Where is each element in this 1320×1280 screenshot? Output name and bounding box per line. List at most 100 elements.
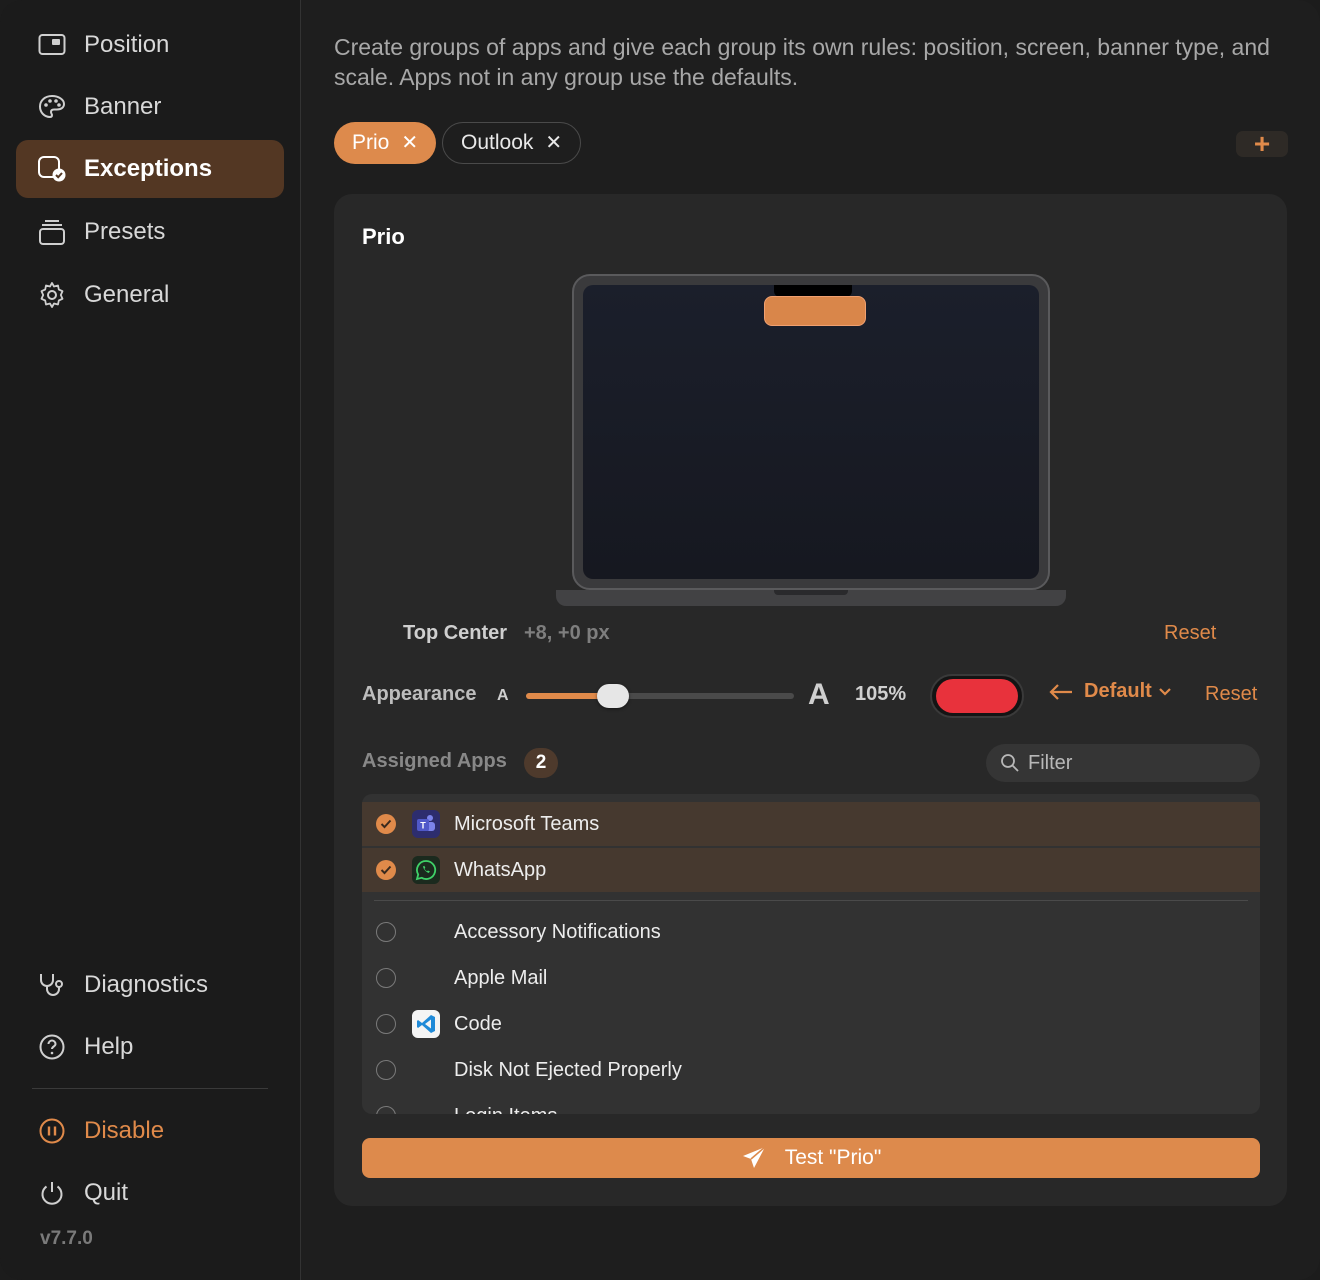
app-name: Code [454,1012,502,1035]
default-style-label: Default [1084,680,1152,702]
list-item[interactable]: Disk Not Ejected Properly [362,1048,1260,1092]
test-group-button[interactable]: Test "Prio" [362,1138,1260,1178]
add-group-button[interactable]: + [1236,128,1288,159]
banner-color-fill [936,679,1018,713]
banner-color-picker[interactable] [930,674,1024,718]
search-icon [1000,753,1020,773]
list-item[interactable]: Login Items [362,1094,1260,1114]
group-chip-label: Prio [352,131,390,154]
app-name: Login Items [454,1105,557,1115]
power-icon [36,1177,68,1209]
sidebar-item-presets[interactable]: Presets [16,203,284,261]
window-icon [36,29,68,61]
app-name: WhatsApp [454,858,547,881]
page-description: Create groups of apps and give each grou… [334,34,1270,90]
paper-plane-icon [741,1146,785,1170]
quit-label: Quit [84,1179,129,1206]
laptop-base-notch [774,590,848,595]
checkbox-unchecked[interactable] [376,1014,396,1034]
sidebar-item-label: Banner [84,93,162,120]
sidebar-item-label: Exceptions [84,155,213,182]
assigned-count-badge: 2 [524,748,558,778]
app-list: T Microsoft Teams WhatsApp Accessory Not… [362,794,1260,1114]
list-item[interactable]: Code [362,1002,1260,1046]
palette-icon [36,91,68,123]
panel-title: Prio [362,224,405,249]
close-icon[interactable]: ✕ [545,133,562,153]
test-button-label: Test "Prio" [784,1146,882,1169]
checkbox-checked[interactable] [376,814,396,834]
laptop-preview[interactable] [556,274,1066,608]
list-item[interactable]: T Microsoft Teams [362,802,1260,846]
arrow-left-icon [1048,682,1074,702]
pause-circle-icon [36,1115,68,1147]
list-divider [374,900,1248,901]
version-label: v7.7.0 [40,1228,93,1249]
checkbox-unchecked[interactable] [376,1060,396,1080]
sidebar-item-label: Position [84,31,170,58]
sidebar: Position Banner Exceptions Presets Gener [0,0,301,1280]
quit-button[interactable]: Quit [16,1164,284,1222]
laptop-lid [572,274,1050,590]
laptop-base [556,590,1066,606]
svg-text:T: T [420,821,426,831]
checkbox-checked[interactable] [376,860,396,880]
filter-input[interactable] [1028,751,1248,775]
app-name: Disk Not Ejected Properly [454,1058,682,1081]
sidebar-item-diagnostics[interactable]: Diagnostics [16,956,284,1014]
stack-icon [36,216,68,248]
assigned-apps-label: Assigned Apps [362,750,507,772]
app-window: Position Banner Exceptions Presets Gener [0,0,1320,1280]
list-item[interactable]: Apple Mail [362,956,1260,1000]
group-chip-outlook[interactable]: Outlook ✕ [442,122,582,164]
main-content: Create groups of apps and give each grou… [302,0,1320,1280]
sidebar-item-help[interactable]: Help [16,1018,284,1076]
scale-large-icon: A [808,678,830,711]
stethoscope-icon [36,969,68,1001]
group-chip-label: Outlook [461,131,534,154]
sidebar-item-label: General [84,281,170,308]
app-name: Apple Mail [454,966,548,989]
group-chip-prio[interactable]: Prio ✕ [334,122,437,164]
gear-icon [36,279,68,311]
scale-small-icon: A [497,687,509,704]
disable-label: Disable [84,1117,165,1144]
sidebar-divider [32,1088,268,1089]
sidebar-item-label: Presets [84,218,166,245]
exceptions-icon [36,153,68,185]
checkbox-unchecked[interactable] [376,922,396,942]
appearance-label: Appearance [362,683,477,705]
checkbox-unchecked[interactable] [376,1106,396,1114]
close-icon[interactable]: ✕ [401,133,418,153]
sidebar-item-label: Diagnostics [84,971,209,998]
laptop-screen [583,285,1039,579]
group-panel: Prio Top Center +8, +0 px Reset Appearan… [334,194,1287,1206]
default-style-dropdown[interactable]: Default [1048,680,1172,703]
scale-slider[interactable] [526,684,794,708]
whatsapp-icon [412,856,440,884]
list-item[interactable]: Accessory Notifications [362,910,1260,954]
checkbox-unchecked[interactable] [376,968,396,988]
disable-button[interactable]: Disable [16,1102,284,1160]
vscode-icon [412,1010,440,1038]
position-label: Top Center [403,622,508,644]
position-offset: +8, +0 px [524,622,610,644]
banner-preview[interactable] [764,296,866,326]
sidebar-item-position[interactable]: Position [16,16,284,74]
plus-icon: + [1253,128,1271,159]
sidebar-item-label: Help [84,1033,134,1060]
sidebar-item-exceptions[interactable]: Exceptions [16,140,284,198]
list-item[interactable]: WhatsApp [362,848,1260,892]
app-name: Accessory Notifications [454,920,661,943]
appearance-reset-button[interactable]: Reset [1205,683,1257,706]
sidebar-item-banner[interactable]: Banner [16,78,284,136]
app-name: Microsoft Teams [454,812,600,835]
position-reset-button[interactable]: Reset [1164,622,1216,645]
scale-value: 105% [855,683,907,705]
question-icon [36,1031,68,1063]
filter-field[interactable] [986,744,1260,782]
sidebar-item-general[interactable]: General [16,266,284,324]
teams-icon: T [412,810,440,838]
scale-slider-thumb[interactable] [596,684,629,708]
chevron-down-icon [1158,687,1172,697]
